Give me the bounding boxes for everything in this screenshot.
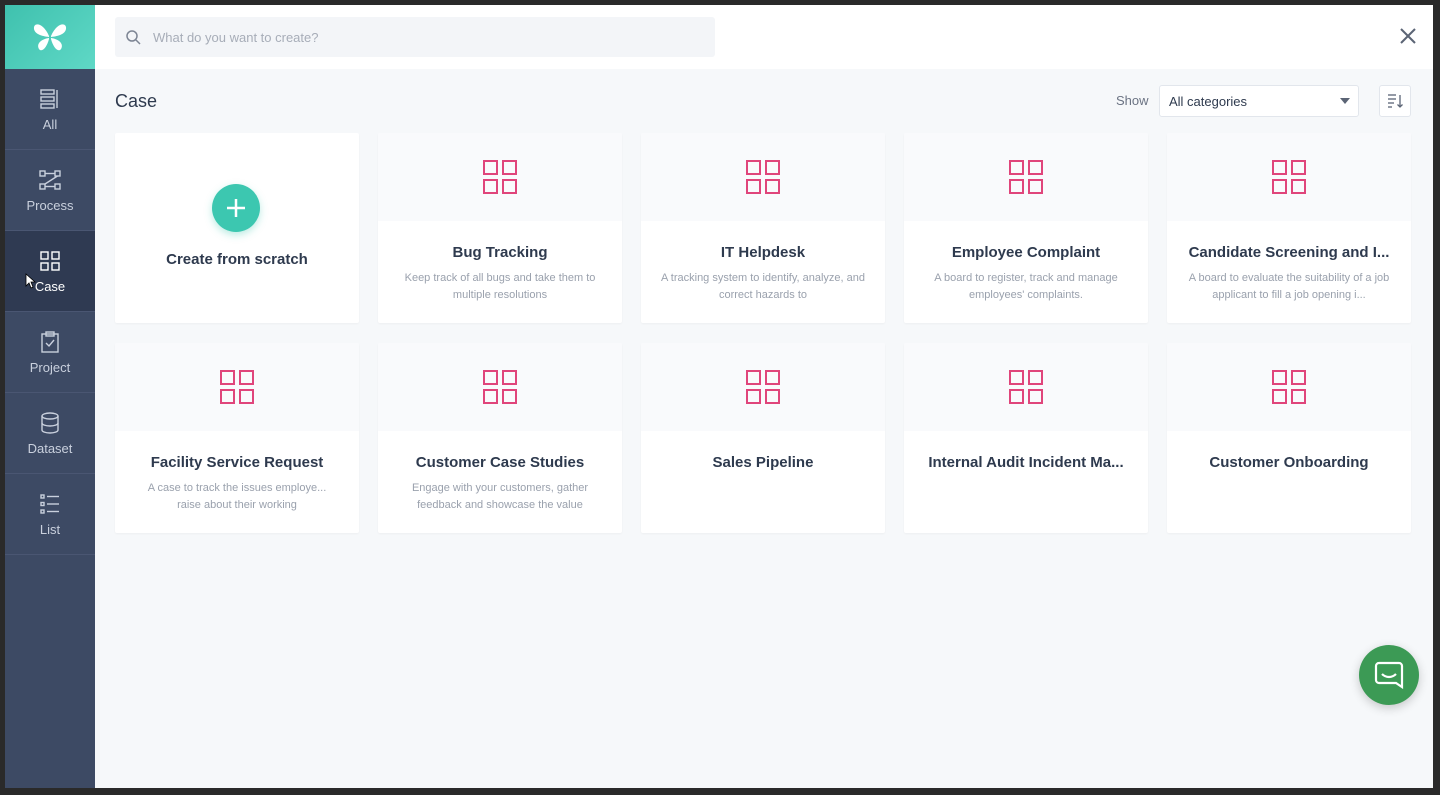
card-header: [641, 343, 885, 431]
card-header: [115, 343, 359, 431]
sidebar-item-label: Dataset: [27, 440, 73, 456]
sidebar: All Process Case Project Dataset List: [5, 5, 95, 788]
card-title: Internal Audit Incident Ma...: [928, 454, 1124, 471]
card-title: Customer Case Studies: [415, 454, 585, 471]
search-input[interactable]: [153, 29, 693, 45]
card-header: [641, 133, 885, 221]
grid-icon: [38, 249, 62, 273]
sort-icon: [1388, 94, 1403, 108]
top-bar: [95, 5, 1433, 69]
grid-icon: [746, 160, 780, 194]
card-title: Bug Tracking: [452, 244, 548, 261]
sidebar-item-label: All: [42, 116, 58, 132]
app-window: All Process Case Project Dataset List Wh…: [5, 5, 1433, 788]
sidebar-item-case[interactable]: Case: [5, 231, 95, 312]
checklist-icon: [38, 492, 62, 516]
card-header: [378, 343, 622, 431]
sidebar-item-label: Case: [34, 278, 66, 294]
grid-icon: [483, 160, 517, 194]
clipboard-check-icon: [38, 330, 62, 354]
grid-icon: [1272, 370, 1306, 404]
grid-icon: [1009, 160, 1043, 194]
card-description: Keep track of all bugs and take them to …: [404, 272, 596, 301]
card-header: [378, 133, 622, 221]
card-header: [904, 133, 1148, 221]
template-card[interactable]: Customer Onboarding: [1167, 343, 1411, 533]
chat-launcher-button[interactable]: [1359, 645, 1419, 705]
search-box: [115, 17, 715, 57]
sidebar-item-all[interactable]: All: [5, 69, 95, 150]
grid-icon: [220, 370, 254, 404]
card-header: [1167, 343, 1411, 431]
card-title: Candidate Screening and I...: [1188, 244, 1390, 261]
create-from-scratch-card[interactable]: Create from scratch: [115, 133, 359, 323]
page-title: Case: [115, 91, 158, 111]
grid-icon: [1009, 370, 1043, 404]
template-card[interactable]: Internal Audit Incident Ma...: [904, 343, 1148, 533]
card-title: Sales Pipeline: [712, 454, 814, 471]
chevron-down-icon: [1340, 98, 1350, 104]
category-select[interactable]: All categories: [1159, 85, 1359, 117]
template-card[interactable]: Sales Pipeline: [641, 343, 885, 533]
template-card[interactable]: Bug Tracking Keep track of all bugs and …: [378, 133, 622, 323]
card-description: A tracking system to identify, analyze, …: [661, 272, 865, 301]
add-button[interactable]: [212, 184, 260, 232]
search-icon: [126, 30, 141, 45]
sidebar-item-process[interactable]: Process: [5, 150, 95, 231]
card-description: A board to register, track and manage em…: [934, 272, 1118, 301]
sidebar-item-project[interactable]: Project: [5, 312, 95, 393]
template-card[interactable]: IT Helpdesk A tracking system to identif…: [641, 133, 885, 323]
card-title: Facility Service Request: [150, 454, 324, 471]
sidebar-item-label: Process: [26, 197, 74, 213]
grid-icon: [746, 370, 780, 404]
card-title: IT Helpdesk: [720, 244, 806, 261]
card-description: Engage with your customers, gather feedb…: [411, 482, 589, 511]
card-title: Create from scratch: [166, 251, 308, 268]
close-icon: [1400, 28, 1416, 44]
card-header: [904, 343, 1148, 431]
card-header: [1167, 133, 1411, 221]
sidebar-item-dataset[interactable]: Dataset: [5, 393, 95, 474]
sidebar-item-list[interactable]: List: [5, 474, 95, 555]
template-card[interactable]: Customer Case Studies Engage with your c…: [378, 343, 622, 533]
category-select-value: All categories: [1169, 93, 1248, 109]
sidebar-item-label: List: [39, 521, 61, 537]
grid-icon: [483, 370, 517, 404]
template-card[interactable]: Facility Service Request A case to track…: [115, 343, 359, 533]
card-title: Customer Onboarding: [1209, 454, 1369, 471]
close-button[interactable]: [1397, 25, 1419, 47]
plus-icon: [227, 199, 245, 217]
database-icon: [38, 411, 62, 435]
show-label: Show: [1116, 93, 1149, 108]
sidebar-item-label: Project: [29, 359, 71, 375]
process-flow-icon: [38, 168, 62, 192]
logo[interactable]: [5, 5, 95, 69]
card-description: A case to track the issues employe... ra…: [147, 482, 327, 511]
grid-icon: [1272, 160, 1306, 194]
list-bars-icon: [38, 87, 62, 111]
chat-icon: [1374, 661, 1404, 689]
card-description: A board to evaluate the suitability of a…: [1188, 272, 1390, 301]
sort-button[interactable]: [1379, 85, 1411, 117]
mouse-cursor-icon: [25, 273, 36, 289]
template-card[interactable]: Candidate Screening and I... A board to …: [1167, 133, 1411, 323]
card-title: Employee Complaint: [951, 244, 1101, 261]
butterfly-logo-icon: [33, 24, 67, 51]
template-card[interactable]: Employee Complaint A board to register, …: [904, 133, 1148, 323]
